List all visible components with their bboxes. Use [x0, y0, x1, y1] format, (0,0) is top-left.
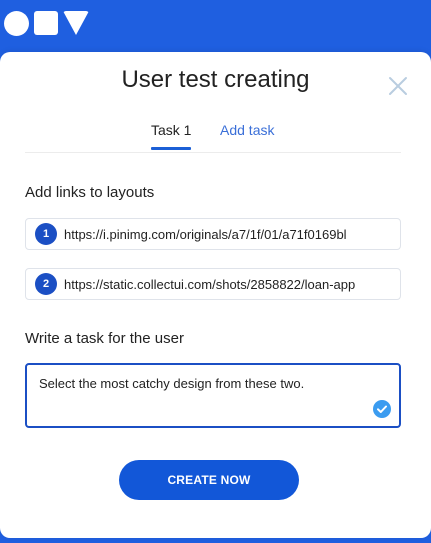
layout-link-field-1: 1 — [25, 218, 401, 250]
create-now-button[interactable]: CREATE NOW — [119, 460, 299, 500]
modal-title: User test creating — [121, 66, 310, 93]
circle-icon — [4, 10, 29, 36]
tabs-divider — [25, 152, 401, 153]
close-button[interactable] — [388, 76, 408, 96]
tab-task-1[interactable]: Task 1 — [151, 122, 192, 150]
link-number-badge: 2 — [35, 273, 57, 295]
task-text: Select the most catchy design from these… — [39, 376, 305, 391]
tab-add-task[interactable]: Add task — [220, 122, 274, 150]
task-tabs: Task 1 Add task — [0, 122, 431, 154]
task-section-label: Write a task for the user — [25, 330, 184, 347]
close-icon — [389, 77, 407, 95]
links-section-label: Add links to layouts — [25, 184, 155, 201]
user-test-modal: User test creating Task 1 Add task Add l… — [0, 52, 431, 538]
square-icon — [34, 11, 58, 35]
link-number-badge: 1 — [35, 223, 57, 245]
layout-link-field-2: 2 — [25, 268, 401, 300]
layout-link-input-2[interactable] — [64, 276, 389, 292]
check-circle-icon — [373, 400, 391, 418]
logo — [4, 9, 89, 37]
layout-link-input-1[interactable] — [64, 226, 389, 242]
task-textarea[interactable]: Select the most catchy design from these… — [25, 363, 401, 428]
triangle-icon — [63, 11, 89, 35]
